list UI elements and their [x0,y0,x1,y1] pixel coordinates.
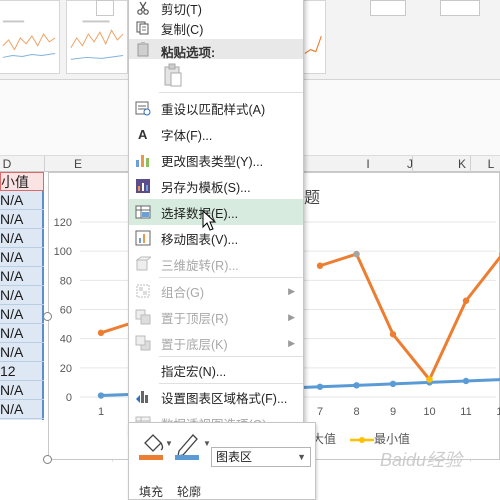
ribbon-button-right[interactable] [370,0,406,16]
menu-item-label: 复制(C) [161,22,204,37]
menu-item-label: 组合(G) [161,285,205,300]
submenu-arrow-icon: ▶ [288,337,295,348]
submenu-arrow-icon: ▶ [288,285,295,296]
mini-toolbar: ▼ 填充 ▼ 轮廓 图表区 ▼ [128,422,316,500]
menu-item-change-chart-type[interactable]: 更改图表类型(Y)... [129,147,303,173]
menu-item-reset-style[interactable]: 重设以匹配样式(A) [129,95,303,121]
chart-style-thumbnail-3[interactable] [302,0,326,74]
x-tick-label: 10 [423,406,435,418]
menu-item-format-chart-area[interactable]: 设置图表区域格式(F)... [129,384,303,410]
y-tick-label: 120 [54,217,72,229]
menu-item-label: 选择数据(E)... [161,206,239,221]
chevron-down-icon: ▼ [297,452,306,462]
menu-item-save-as-template[interactable]: 另存为模板(S)... [129,173,303,199]
paint-bucket-icon [139,431,167,464]
move-chart-icon [135,230,151,246]
paste-header-icon [137,41,151,60]
submenu-arrow-icon: ▶ [288,311,295,322]
template-icon [135,178,151,194]
paste-icon[interactable] [159,61,187,89]
series-line [319,252,500,381]
column-header-k[interactable]: K [452,156,472,172]
data-point [97,392,105,399]
group-icon [135,283,151,299]
menu-item-label: 字体(F)... [161,128,213,143]
mouse-cursor-icon [202,210,217,231]
menu-item-label: 重设以匹配样式(A) [161,102,266,117]
data-point [426,376,433,383]
data-point [389,331,397,338]
font-icon: A [135,126,151,142]
pen-icon [175,431,203,464]
chart-style-thumbnail-1[interactable] [0,0,60,74]
chart-type-icon [135,152,151,168]
reset-style-icon [135,100,151,116]
x-tick-label: 1 [98,406,104,418]
y-tick-label: 0 [66,392,72,404]
y-tick-label: 20 [60,363,72,375]
data-point [353,250,360,258]
menu-item-label: 三维旋转(R)... [161,258,239,273]
bring-front-icon [135,309,151,325]
menu-item-copy[interactable]: 复制(C) [129,15,303,41]
outline-button[interactable]: ▼ 轮廓 [173,427,213,499]
x-tick-label: 9 [390,406,396,418]
menu-item-group[interactable]: 组合(G) ▶ [129,278,303,304]
menu-item-font[interactable]: A 字体(F)... [129,121,303,147]
data-point [462,377,470,385]
ribbon-dropdown-button[interactable] [96,0,114,16]
rotate-3d-icon [135,256,151,272]
y-tick-label: 40 [60,334,72,346]
watermark: Baidu经验 [380,450,463,470]
menu-item-label: 指定宏(N)... [161,364,227,379]
data-point [97,329,105,337]
legend-item-min: 最小值 [350,430,410,447]
send-back-icon [135,335,151,351]
menu-item-label: 更改图表类型(Y)... [161,154,264,169]
column-header-e[interactable]: E [68,156,88,172]
data-point [353,382,360,389]
menu-item-label: 移动图表(V)... [161,232,239,247]
fill-button[interactable]: ▼ 填充 [135,427,175,499]
menu-item-label: 置于底层(K) [161,337,228,352]
menu-item-label: 另存为模板(S)... [161,180,251,195]
svg-text:A: A [138,127,148,141]
paste-options-label: 粘贴选项: [161,46,216,60]
data-point [316,262,324,269]
menu-item-label: 置于顶层(R) [161,311,229,326]
x-tick-label: 12 [496,406,500,418]
column-header-d[interactable]: D [0,156,14,172]
x-tick-label: 11 [460,406,471,418]
copy-icon [135,20,151,36]
fill-dropdown-icon[interactable]: ▼ [165,439,173,448]
scissors-icon [135,0,151,16]
menu-item-label: 设置图表区域格式(F)... [161,391,288,406]
menu-item-assign-macro[interactable]: 指定宏(N)... [129,357,303,383]
format-area-icon [135,389,151,405]
menu-item-send-back[interactable]: 置于底层(K) ▶ [129,330,303,356]
column-header-l[interactable]: L [484,156,498,172]
data-point [389,380,397,388]
column-header-j[interactable]: J [400,156,420,172]
menu-item-bring-front[interactable]: 置于顶层(R) ▶ [129,304,303,330]
column-header-i[interactable]: I [358,156,378,172]
fill-label: 填充 [139,485,164,499]
select-data-icon [135,204,151,220]
outline-label: 轮廓 [177,485,202,499]
chart-element-select[interactable]: 图表区 ▼ [211,447,311,467]
y-tick-label: 60 [60,305,72,317]
chart-element-select-value: 图表区 [216,450,253,464]
x-tick-label: 7 [317,406,323,418]
y-tick-label: 80 [60,275,72,287]
menu-item-rotate-3d[interactable]: 三维旋转(R)... [129,251,303,277]
y-tick-label: 100 [54,246,72,258]
data-point [316,383,324,390]
data-point [462,297,470,304]
ribbon-button-far-right[interactable] [440,0,480,16]
x-tick-label: 8 [353,406,359,418]
outline-dropdown-icon[interactable]: ▼ [203,439,211,448]
paste-options-section: 粘贴选项: [129,39,303,60]
